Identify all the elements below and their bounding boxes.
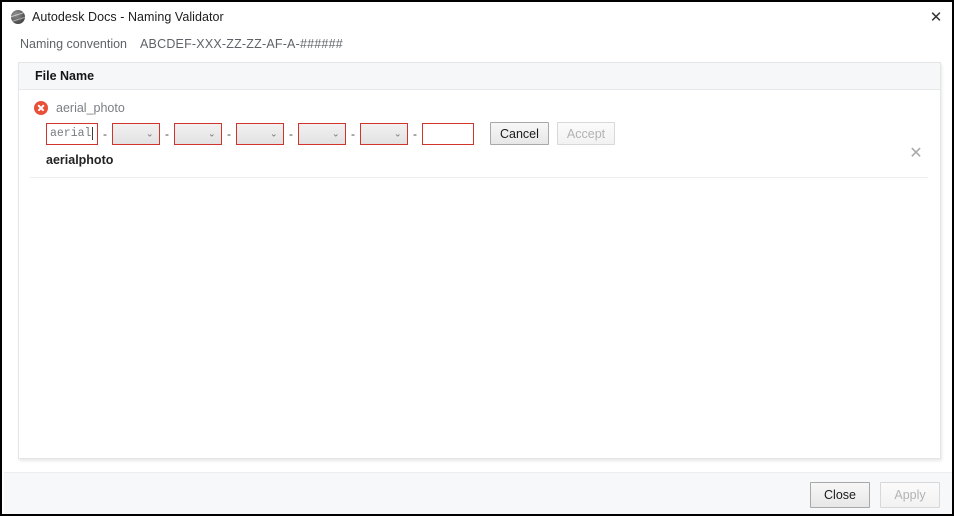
panel-header: File Name	[19, 63, 940, 90]
title-bar-left: Autodesk Docs - Naming Validator	[11, 2, 224, 31]
close-icon[interactable]: ✕	[922, 6, 950, 28]
footer-bar: Close Apply	[4, 472, 952, 514]
chevron-down-icon: ⌄	[270, 128, 278, 138]
footer-buttons: Close Apply	[810, 482, 940, 508]
segment-select-4[interactable]: ⌄	[236, 122, 284, 145]
chevron-down-icon: ⌄	[208, 128, 216, 138]
segment-separator-6: -	[413, 126, 417, 141]
segment-select-6[interactable]: ⌄	[360, 122, 408, 145]
chevron-down-icon: ⌄	[146, 128, 154, 138]
naming-convention-row: Naming convention ABCDEF-XXX-ZZ-ZZ-AF-A-…	[20, 34, 343, 54]
segment-separator-3: -	[227, 126, 231, 141]
window-title: Autodesk Docs - Naming Validator	[32, 9, 224, 24]
chevron-down-icon: ⌄	[332, 128, 340, 138]
chevron-down-icon: ⌄	[394, 128, 402, 138]
naming-validator-window: Autodesk Docs - Naming Validator ✕ Namin…	[0, 0, 954, 516]
cancel-button[interactable]: Cancel	[490, 122, 549, 145]
entry-name-row: aerial_photo	[19, 90, 940, 115]
segment-select-3[interactable]: ⌄	[174, 122, 222, 145]
panel-header-title: File Name	[35, 69, 95, 83]
accept-button[interactable]: Accept	[556, 122, 616, 145]
close-button[interactable]: Close	[810, 482, 870, 508]
entry-filename: aerial_photo	[56, 101, 125, 115]
segment-separator-2: -	[165, 126, 169, 141]
segment-select-5[interactable]: ⌄	[298, 122, 346, 145]
segment-text-input-1[interactable]: aerial	[46, 122, 98, 145]
segment-text-input-7[interactable]	[422, 122, 474, 145]
segment-separator-1: -	[103, 126, 107, 141]
entry-separator-line	[30, 177, 928, 178]
remove-entry-icon[interactable]: ✕	[907, 145, 925, 163]
segment-separator-4: -	[289, 126, 293, 141]
naming-convention-label: Naming convention	[20, 37, 128, 51]
text-caret	[92, 127, 94, 140]
segment-separator-5: -	[351, 126, 355, 141]
autodesk-sphere-icon	[11, 9, 25, 24]
entry-result-name: aerialphoto	[46, 153, 114, 167]
naming-convention-value: ABCDEF-XXX-ZZ-ZZ-AF-A-######	[140, 37, 343, 51]
file-name-panel: File Name aerial_photo aerial - ⌄ - ⌄ - …	[18, 62, 941, 459]
file-entry-row: aerial_photo aerial - ⌄ - ⌄ - ⌄ - ⌄ - ⌄ …	[19, 90, 940, 178]
title-bar: Autodesk Docs - Naming Validator ✕	[2, 2, 952, 31]
name-segment-fields: aerial - ⌄ - ⌄ - ⌄ - ⌄ - ⌄ - Cancel Acce…	[19, 115, 940, 145]
apply-button[interactable]: Apply	[880, 482, 940, 508]
segment-text-value-1: aerial	[50, 127, 92, 140]
segment-select-2[interactable]: ⌄	[112, 122, 160, 145]
error-icon	[34, 101, 48, 115]
entry-action-buttons: Cancel Accept	[490, 122, 616, 145]
